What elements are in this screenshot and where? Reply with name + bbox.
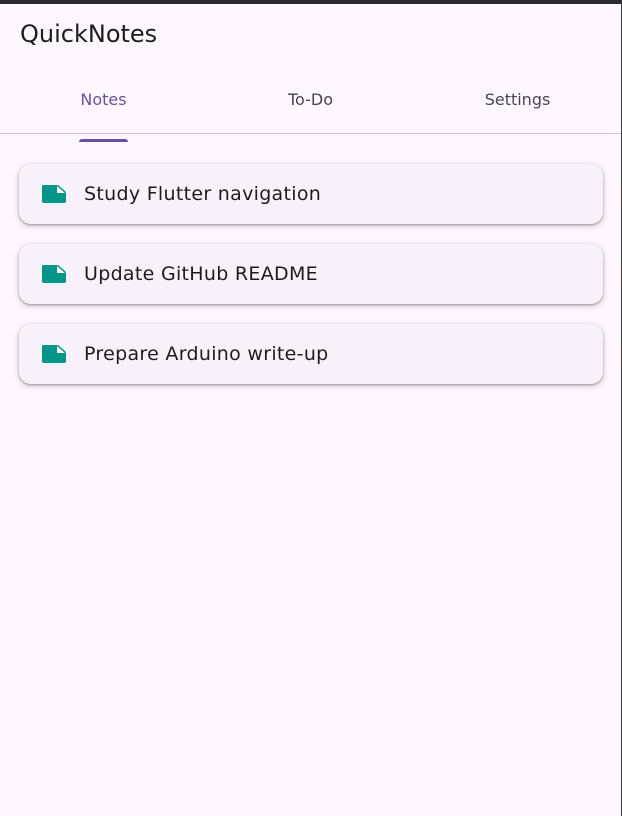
note-card[interactable]: Study Flutter navigation: [19, 164, 603, 224]
note-icon: [41, 344, 67, 364]
tab-notes[interactable]: Notes: [0, 68, 207, 142]
tab-to-do-label: To-Do: [287, 90, 334, 109]
note-card[interactable]: Prepare Arduino write-up: [19, 324, 603, 384]
note-title: Study Flutter navigation: [84, 183, 322, 205]
tab-notes-label: Notes: [79, 90, 128, 142]
note-card[interactable]: Update GitHub README: [19, 244, 603, 304]
app-bar: QuickNotes: [0, 4, 621, 68]
note-icon: [41, 184, 67, 204]
tab-bar: Notes To-Do Settings: [0, 68, 621, 142]
app-title: QuickNotes: [20, 20, 158, 48]
note-title: Update GitHub README: [84, 263, 318, 285]
tab-settings[interactable]: Settings: [414, 68, 621, 133]
tab-settings-label: Settings: [484, 90, 551, 109]
note-icon: [41, 264, 67, 284]
notes-list: Study Flutter navigation Update GitHub R…: [0, 134, 621, 384]
app-window: QuickNotes Notes To-Do Settings Study Fl…: [0, 0, 622, 816]
active-tab-indicator: [79, 139, 128, 142]
tab-to-do[interactable]: To-Do: [207, 68, 414, 133]
note-title: Prepare Arduino write-up: [84, 343, 329, 365]
